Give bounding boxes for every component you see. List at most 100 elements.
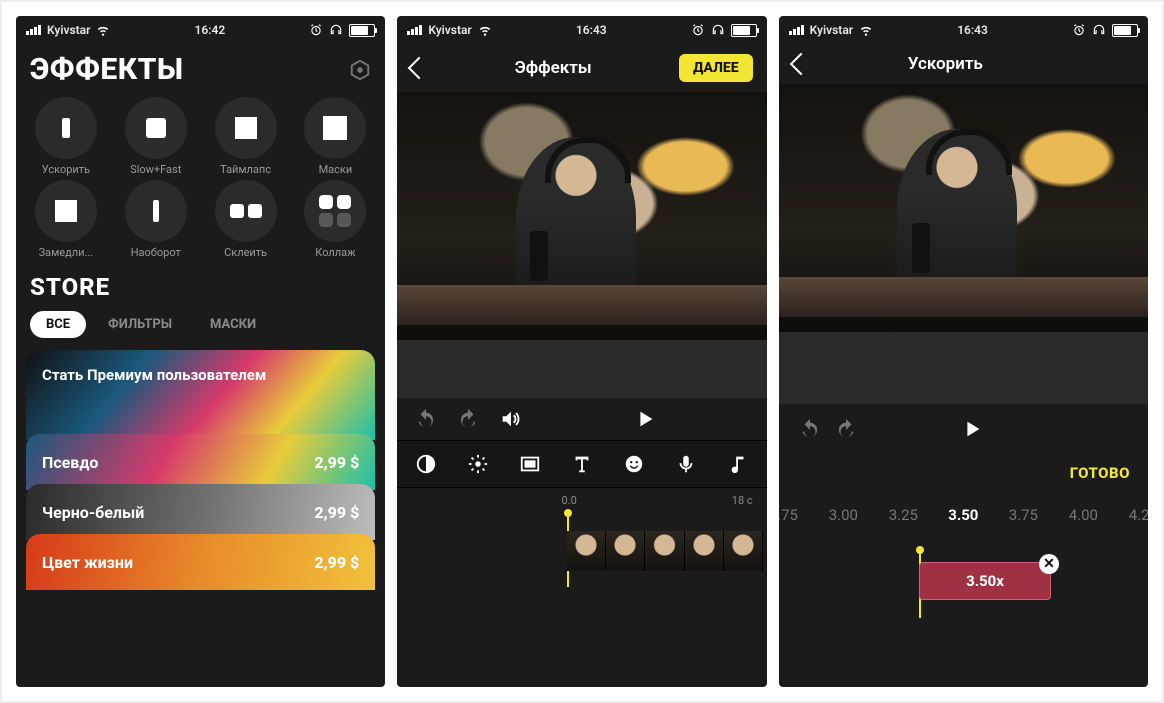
screen-speed: Kyivstar 16:43 Ускорить xyxy=(779,16,1148,687)
signal-icon xyxy=(26,25,41,35)
volume-button[interactable] xyxy=(499,408,521,430)
speed-tick[interactable]: 3.00 xyxy=(822,506,864,524)
nav-bar: Ускорить xyxy=(779,44,1148,84)
status-bar: Kyivstar 16:43 xyxy=(779,16,1148,44)
effect-icon xyxy=(304,97,366,159)
clip-strip[interactable] xyxy=(567,531,762,571)
nav-title: Ускорить xyxy=(819,54,1072,74)
speed-tick[interactable]: 4.00 xyxy=(1062,506,1104,524)
alarm-icon xyxy=(309,23,323,37)
effect-item[interactable]: Маски xyxy=(291,97,379,176)
speed-tick[interactable]: 3.75 xyxy=(1002,506,1044,524)
effect-label: Наоборот xyxy=(131,246,181,259)
voice-tool-icon[interactable] xyxy=(675,453,697,475)
effect-item[interactable]: Склеить xyxy=(202,180,290,259)
effect-label: Ускорить xyxy=(42,163,90,176)
effect-label: Замедли... xyxy=(39,246,94,259)
pack-name: Черно-белый xyxy=(42,503,144,522)
effect-item[interactable]: Замедли... xyxy=(22,180,110,259)
tab-filters[interactable]: ФИЛЬТРЫ xyxy=(92,311,188,338)
store-pack[interactable]: Цвет жизни2,99 $ xyxy=(26,534,375,590)
preview-blur-bar xyxy=(397,340,766,398)
speed-tick[interactable]: 2.75 xyxy=(779,506,805,524)
effect-label: Склеить xyxy=(224,246,267,259)
nav-bar: Эффекты ДАЛЕЕ xyxy=(397,44,766,92)
speed-tick[interactable]: 3.25 xyxy=(882,506,924,524)
carrier-label: Kyivstar xyxy=(47,23,90,37)
pack-name: Цвет жизни xyxy=(42,553,133,572)
speed-tick[interactable]: 3.50 xyxy=(942,506,984,524)
effect-label: Коллаж xyxy=(315,246,355,259)
headphones-icon xyxy=(329,23,343,37)
effect-item[interactable]: Slow+Fast xyxy=(112,97,200,176)
speed-timeline[interactable]: 3.50x ✕ xyxy=(779,544,1148,624)
pack-price: 2,99 $ xyxy=(314,503,359,522)
effects-grid: Ускорить Slow+Fast Таймлапс Маски Замедли...… xyxy=(16,87,385,265)
timeline-end: 18 с xyxy=(732,494,753,507)
undo-button[interactable] xyxy=(415,408,437,430)
effect-icon xyxy=(304,180,366,242)
playback-controls xyxy=(779,404,1148,454)
effect-item[interactable]: Наоборот xyxy=(112,180,200,259)
contrast-tool-icon[interactable] xyxy=(415,453,437,475)
pack-name: Псевдо xyxy=(42,453,98,472)
settings-hex-icon[interactable] xyxy=(349,59,371,81)
battery-icon xyxy=(349,24,375,37)
screen-effects-editor: Kyivstar 16:43 Эффекты ДАЛЕЕ xyxy=(397,16,766,687)
headphones-icon xyxy=(1092,23,1106,37)
settings-tool-icon[interactable] xyxy=(467,453,489,475)
store-pack[interactable]: Черно-белый 2,99 $ xyxy=(26,484,375,540)
video-preview[interactable] xyxy=(397,92,766,340)
status-bar: Kyivstar 16:42 xyxy=(16,16,385,44)
tab-all[interactable]: ВСЕ xyxy=(30,311,86,338)
music-tool-icon[interactable] xyxy=(727,453,749,475)
signal-icon xyxy=(407,25,422,35)
redo-button[interactable] xyxy=(457,408,479,430)
video-preview[interactable] xyxy=(779,84,1148,332)
store-pack[interactable]: Псевдо2,99 $ xyxy=(26,434,375,490)
signal-icon xyxy=(789,25,804,35)
effect-label: Маски xyxy=(319,163,353,176)
segment-delete-button[interactable]: ✕ xyxy=(1039,554,1059,574)
screen-effects-library: Kyivstar 16:42 ЭФФЕКТЫ Ускорить Slow+Fast… xyxy=(16,16,385,687)
timeline-start: 0.0 xyxy=(411,494,576,507)
effect-label: Таймлапс xyxy=(220,163,271,176)
tab-masks[interactable]: МАСКИ xyxy=(194,311,272,338)
effect-icon xyxy=(215,180,277,242)
status-bar: Kyivstar 16:43 xyxy=(397,16,766,44)
back-button[interactable] xyxy=(408,57,431,80)
alarm-icon xyxy=(1072,23,1086,37)
preview-blur-bar xyxy=(779,332,1148,404)
back-button[interactable] xyxy=(789,53,812,76)
speed-tick[interactable]: 4.25 xyxy=(1122,506,1148,524)
done-button[interactable]: ГОТОВО xyxy=(1070,464,1130,482)
nav-title: Эффекты xyxy=(437,58,669,78)
sticker-tool-icon[interactable] xyxy=(623,453,645,475)
headphones-icon xyxy=(711,23,725,37)
store-heading: STORE xyxy=(16,265,385,301)
effect-icon xyxy=(125,97,187,159)
card-premium[interactable]: Стать Премиум пользователем xyxy=(26,350,375,440)
timeline[interactable] xyxy=(397,515,766,585)
carrier-label: Kyivstar xyxy=(428,23,471,37)
effect-icon xyxy=(125,180,187,242)
speed-ruler[interactable]: 2.75 3.00 3.25 3.50 3.75 4.00 4.25 xyxy=(779,492,1148,538)
battery-icon xyxy=(1112,24,1138,37)
effect-icon xyxy=(35,97,97,159)
next-button[interactable]: ДАЛЕЕ xyxy=(679,54,753,82)
undo-button[interactable] xyxy=(799,418,821,440)
play-button[interactable] xyxy=(961,418,983,440)
redo-button[interactable] xyxy=(835,418,857,440)
clock: 16:43 xyxy=(576,23,607,37)
page-title: ЭФФЕКТЫ xyxy=(30,52,184,87)
frame-tool-icon[interactable] xyxy=(519,453,541,475)
timeline-labels: 0.0 18 с xyxy=(397,488,766,511)
effect-item[interactable]: Таймлапс xyxy=(202,97,290,176)
play-button[interactable] xyxy=(634,408,656,430)
speed-segment-label: 3.50x xyxy=(966,572,1004,590)
effect-item[interactable]: Ускорить xyxy=(22,97,110,176)
text-tool-icon[interactable] xyxy=(571,453,593,475)
effect-item[interactable]: Коллаж xyxy=(291,180,379,259)
speed-segment[interactable]: 3.50x ✕ xyxy=(919,562,1051,600)
card-premium-label: Стать Премиум пользователем xyxy=(42,366,266,384)
